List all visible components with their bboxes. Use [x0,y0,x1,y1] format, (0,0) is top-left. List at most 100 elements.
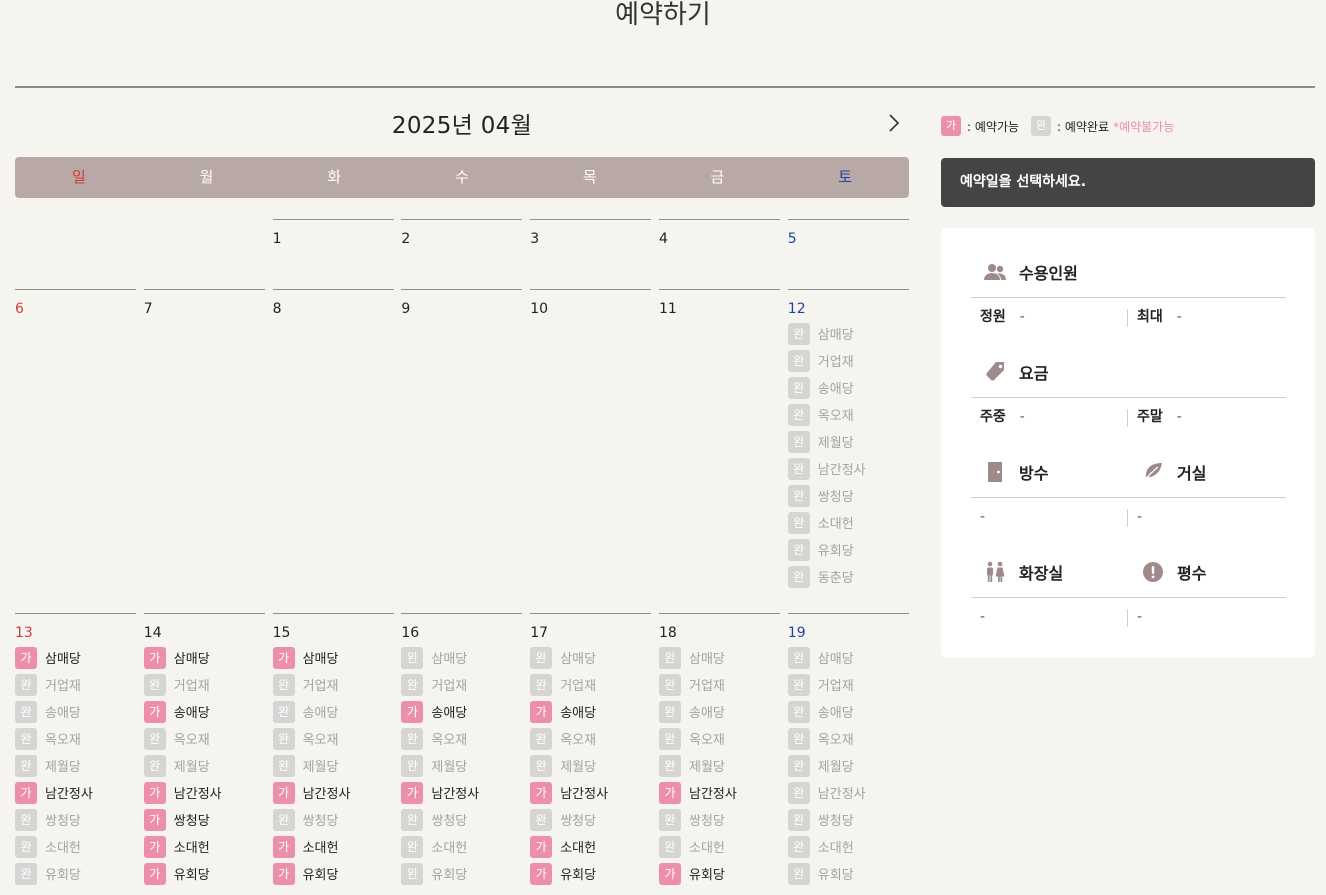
available-room-slot[interactable]: 가 남간정사 [15,779,136,806]
room-name: 제월당 [560,760,597,775]
day-number: 6 [15,301,24,317]
calendar-day[interactable]: 2 [401,219,523,289]
booked-badge: 완 [787,754,810,777]
booked-badge: 완 [787,376,810,399]
fee-weekend: 주말 - [1137,406,1182,428]
available-room-slot[interactable]: 가 송애당 [530,698,651,725]
available-room-slot[interactable]: 가 유회당 [530,860,651,887]
available-room-slot[interactable]: 가 소대헌 [143,833,265,860]
available-room-slot[interactable]: 가 송애당 [401,698,522,725]
available-badge: 가 [272,862,295,885]
available-room-slot[interactable]: 가 삼매당 [15,644,136,671]
available-room-slot[interactable]: 가 유회당 [143,860,265,887]
select-date-prompt: 예약일을 선택하세요. [941,158,1315,207]
booked-room-slot: 완 삼매당 [530,644,651,671]
booked-room-slot: 완 소대헌 [787,833,909,860]
booked-room-slot: 완 거업재 [530,671,651,698]
booked-badge: 완 [143,673,166,696]
calendar-day[interactable]: 7 [143,289,265,613]
available-room-slot[interactable]: 가 남간정사 [530,779,651,806]
available-badge: 가 [401,781,424,804]
room-name: 쌍청당 [817,814,854,829]
calendar-day[interactable]: 10 [530,289,652,613]
weekday-label: 일 [71,168,86,186]
calendar-day[interactable]: 4 [658,219,780,289]
capacity-heading: 수용인원 [983,256,1078,288]
legend-done-text: : 예약완료 [1057,119,1110,134]
booked-room-slot: 완 유회당 [15,860,136,887]
booked-badge: 완 [787,727,810,750]
calendar-empty-cell [15,219,136,289]
booked-badge: 완 [530,646,553,669]
available-room-slot[interactable]: 가 유회당 [658,860,780,887]
calendar-day[interactable]: 19 완 삼매당 완 거업재 완 송애당 완 옥오재 완 제월당 완 남간정사 완 쌍청당 완 소대헌 완 유회당 [787,613,909,895]
available-room-slot[interactable]: 가 송애당 [143,698,265,725]
available-room-slot[interactable]: 가 소대헌 [272,833,394,860]
calendar-day[interactable]: 13 가 삼매당 완 거업재 완 송애당 완 옥오재 완 제월당 가 남간정사 완 쌍청당 완 소대헌 완 유회당 [15,613,136,895]
calendar-day[interactable]: 3 [530,219,652,289]
available-room-slot[interactable]: 가 유회당 [272,860,394,887]
available-room-slot[interactable]: 가 남간정사 [272,779,394,806]
chevron-right-icon [889,114,900,132]
booked-badge: 완 [401,727,424,750]
available-room-slot[interactable]: 가 남간정사 [401,779,522,806]
calendar-day[interactable]: 14 가 삼매당 완 거업재 가 송애당 완 옥오재 완 제월당 가 남간정사 가 쌍청당 가 소대헌 가 유회당 [143,613,265,895]
reservation-calendar: 2025년 04월 일월화수목금토 1 2 3 4 5 6 7 8 9 10 11 12 완 삼매당 완 거업… [15,100,909,885]
room-name: 쌍청당 [560,814,597,829]
calendar-day[interactable]: 1 [272,219,394,289]
available-badge: 가 [272,781,295,804]
booked-badge: 완 [530,754,553,777]
calendar-day[interactable]: 18 완 삼매당 완 거업재 완 송애당 완 옥오재 완 제월당 가 남간정사 완 쌍청당 완 소대헌 가 유회당 [658,613,780,895]
booked-badge: 완 [272,754,295,777]
reservation-page: 예약하기 2025년 04월 일월화수목금토 1 2 3 4 5 6 7 8 9 10 11 12 완 삼… [0,0,1326,895]
room-name: 유회당 [173,868,210,883]
calendar-week: 13 가 삼매당 완 거업재 완 송애당 완 옥오재 완 제월당 가 남간정사 완 쌍청당 완 소대헌 완 유회당 1… [15,613,909,895]
room-name: 남간정사 [817,463,866,478]
fee-weekday-value: - [1019,409,1025,425]
available-room-slot[interactable]: 가 삼매당 [143,644,265,671]
calendar-day[interactable]: 9 [401,289,523,613]
calendar-day[interactable]: 11 [658,289,780,613]
next-month-button[interactable] [883,112,905,134]
booked-badge: 완 [143,754,166,777]
booked-badge: 완 [15,727,37,750]
calendar-day[interactable]: 6 [15,289,136,613]
calendar-day[interactable]: 12 완 삼매당 완 거업재 완 송애당 완 옥오재 완 제월당 완 남간정사 완 쌍청당 완 소대헌 완 유회당 완… [787,289,909,613]
booked-badge: 완 [787,349,810,372]
room-name: 옥오재 [173,733,210,748]
booked-room-slot: 완 유회당 [787,860,909,887]
booked-badge: 완 [272,700,295,723]
capacity-standard-value: - [1019,309,1025,325]
room-name: 유회당 [688,868,725,883]
available-room-slot[interactable]: 가 남간정사 [658,779,780,806]
fee-weekend-value: - [1176,409,1182,425]
legend-avail-badge: 가 [941,116,961,136]
weekday-label: 목 [582,168,597,186]
fee-weekday: 주중 - [980,406,1025,428]
booked-room-slot: 완 소대헌 [658,833,780,860]
separator [1127,609,1128,627]
available-badge: 가 [658,862,681,885]
separator [1127,309,1128,327]
calendar-day[interactable]: 5 [787,219,909,289]
room-name: 거업재 [173,679,210,694]
available-room-slot[interactable]: 가 삼매당 [272,644,394,671]
rooms-heading: 방수 [983,456,1048,488]
calendar-day[interactable]: 15 가 삼매당 완 거업재 완 송애당 완 옥오재 완 제월당 가 남간정사 완 쌍청당 가 소대헌 가 유회당 [272,613,394,895]
room-name: 남간정사 [302,787,351,802]
day-number: 16 [401,625,420,641]
room-name: 옥오재 [560,733,597,748]
available-room-slot[interactable]: 가 남간정사 [143,779,265,806]
calendar-day[interactable]: 17 완 삼매당 완 거업재 가 송애당 완 옥오재 완 제월당 가 남간정사 완 쌍청당 가 소대헌 가 유회당 [530,613,652,895]
calendar-day[interactable]: 8 [272,289,394,613]
room-name: 동춘당 [817,571,854,586]
booked-room-slot: 완 거업재 [787,347,909,374]
divider [971,497,1286,498]
available-room-slot[interactable]: 가 소대헌 [530,833,651,860]
area-heading: 평수 [1141,556,1206,588]
calendar-day[interactable]: 16 완 삼매당 완 거업재 가 송애당 완 옥오재 완 제월당 가 남간정사 완 쌍청당 완 소대헌 완 유회당 [401,613,523,895]
available-room-slot[interactable]: 가 쌍청당 [143,806,265,833]
room-name: 삼매당 [560,652,597,667]
booked-badge: 완 [530,673,553,696]
room-name: 제월당 [688,760,725,775]
